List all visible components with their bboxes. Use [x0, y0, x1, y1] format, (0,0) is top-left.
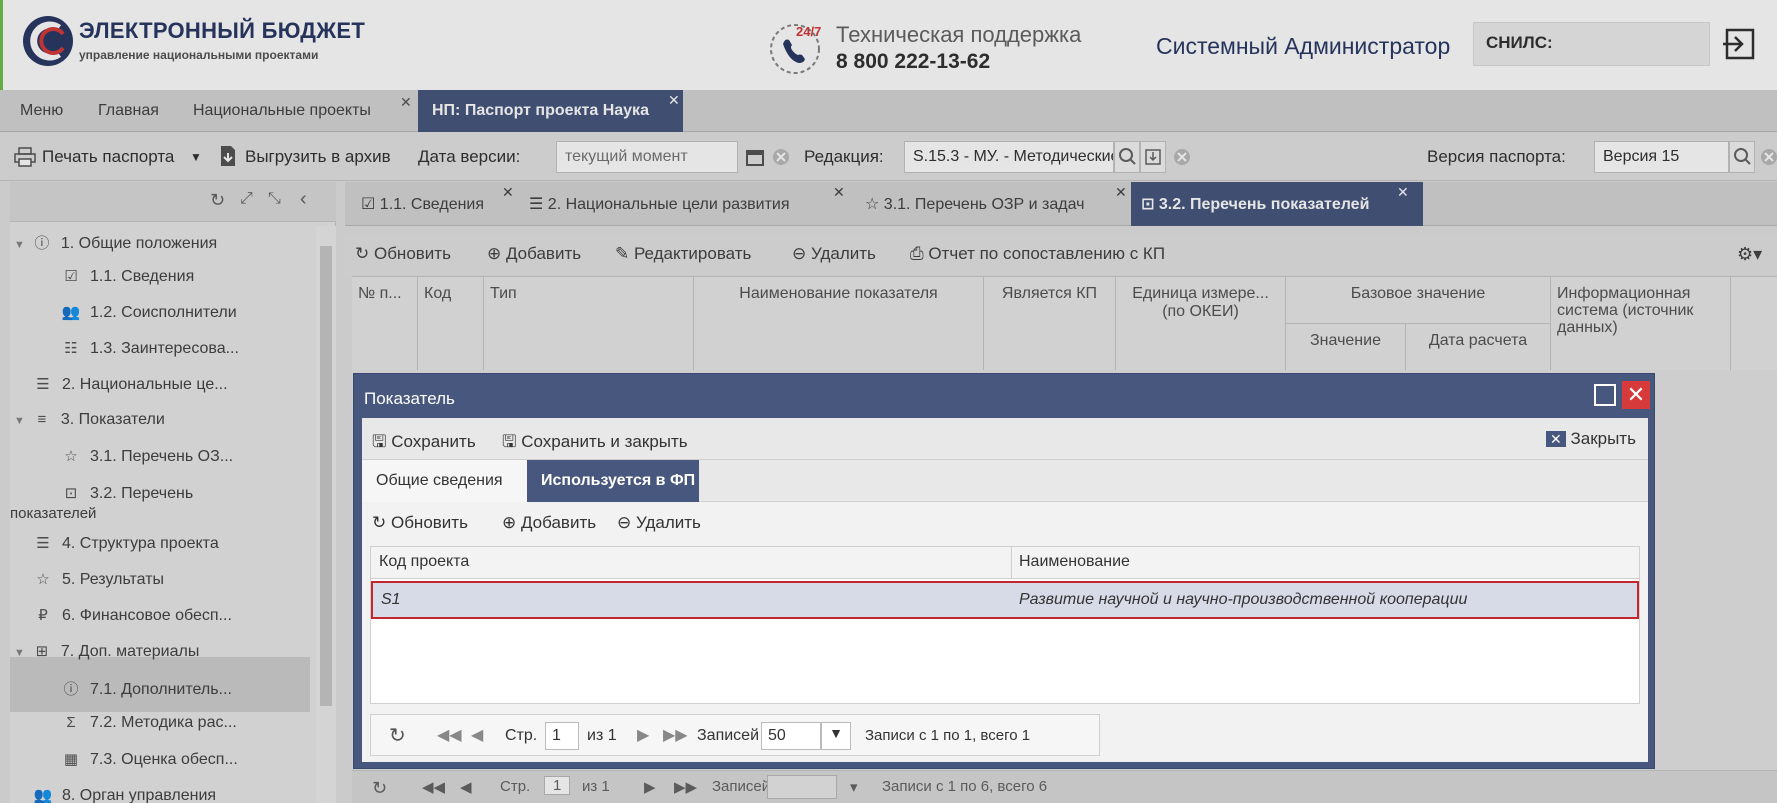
refresh-icon[interactable]: ↻	[389, 723, 406, 748]
modal-toolbar: 🖫 Сохранить 🖫 Сохранить и закрыть ✕ Закр…	[362, 418, 1648, 460]
fp-grid-header: Код проекта Наименование	[371, 547, 1639, 579]
column-separator	[1011, 547, 1012, 579]
first-page-icon[interactable]: ◀◀	[437, 725, 462, 745]
close-icon[interactable]: ✕	[1622, 381, 1650, 409]
save-button[interactable]: 🖫 Сохранить	[372, 429, 476, 458]
col-project-code[interactable]: Код проекта	[379, 553, 469, 571]
chevron-down-icon[interactable]: ▼	[821, 722, 851, 750]
add-button[interactable]: ⊕ Добавить	[502, 513, 596, 533]
page-of-label: из 1	[587, 727, 617, 744]
records-label: Записей	[697, 727, 759, 744]
modal-tabs: Общие сведения Используется в ФП	[362, 460, 1648, 502]
prev-page-icon[interactable]: ◀	[471, 725, 483, 745]
fp-grid: Код проекта Наименование S1 Развитие нау…	[370, 546, 1640, 704]
last-page-icon[interactable]: ▶▶	[663, 725, 688, 745]
refresh-button[interactable]: ↻ Обновить	[372, 513, 468, 533]
col-project-name[interactable]: Наименование	[1019, 553, 1130, 571]
records-select[interactable]: 50	[761, 722, 821, 750]
minus-circle-icon: ⊖	[617, 513, 636, 532]
tab-general-info[interactable]: Общие сведения	[362, 460, 527, 502]
close-button[interactable]: ✕ Закрыть	[1546, 429, 1636, 449]
plus-circle-icon: ⊕	[502, 513, 521, 532]
floppy-icon: 🖫	[372, 432, 392, 451]
tab-used-in-fp[interactable]: Используется в ФП	[527, 460, 699, 502]
delete-button[interactable]: ⊖ Удалить	[617, 513, 701, 533]
floppy-icon: 🖫	[502, 432, 522, 451]
indicator-modal: Показатель ✕ 🖫 Сохранить 🖫 Сохранить и з…	[353, 373, 1655, 769]
next-page-icon[interactable]: ▶	[637, 725, 649, 745]
refresh-icon: ↻	[372, 513, 391, 532]
close-icon: ✕	[1546, 431, 1566, 447]
page-input[interactable]: 1	[545, 722, 579, 750]
modal-title: Показатель	[364, 389, 455, 408]
save-close-button[interactable]: 🖫 Сохранить и закрыть	[502, 429, 688, 458]
table-row[interactable]: S1 Развитие научной и научно-производств…	[371, 581, 1639, 619]
used-in-fp-panel: ↻ Обновить ⊕ Добавить ⊖ Удалить Код прое…	[362, 502, 1648, 762]
page-label: Стр.	[505, 727, 538, 744]
modal-body: 🖫 Сохранить 🖫 Сохранить и закрыть ✕ Закр…	[362, 418, 1648, 762]
panel-toolbar: ↻ Обновить ⊕ Добавить ⊖ Удалить	[362, 502, 1648, 542]
cell-project-name: Развитие научной и научно-производственн…	[1019, 591, 1468, 608]
maximize-icon[interactable]	[1594, 384, 1616, 406]
records-summary: Записи с 1 по 1, всего 1	[865, 727, 1031, 744]
fp-pager: ↻ ◀◀ ◀ Стр. 1 из 1 ▶ ▶▶ Записей 50 ▼ Зап…	[370, 714, 1100, 756]
cell-project-code: S1	[381, 591, 401, 608]
